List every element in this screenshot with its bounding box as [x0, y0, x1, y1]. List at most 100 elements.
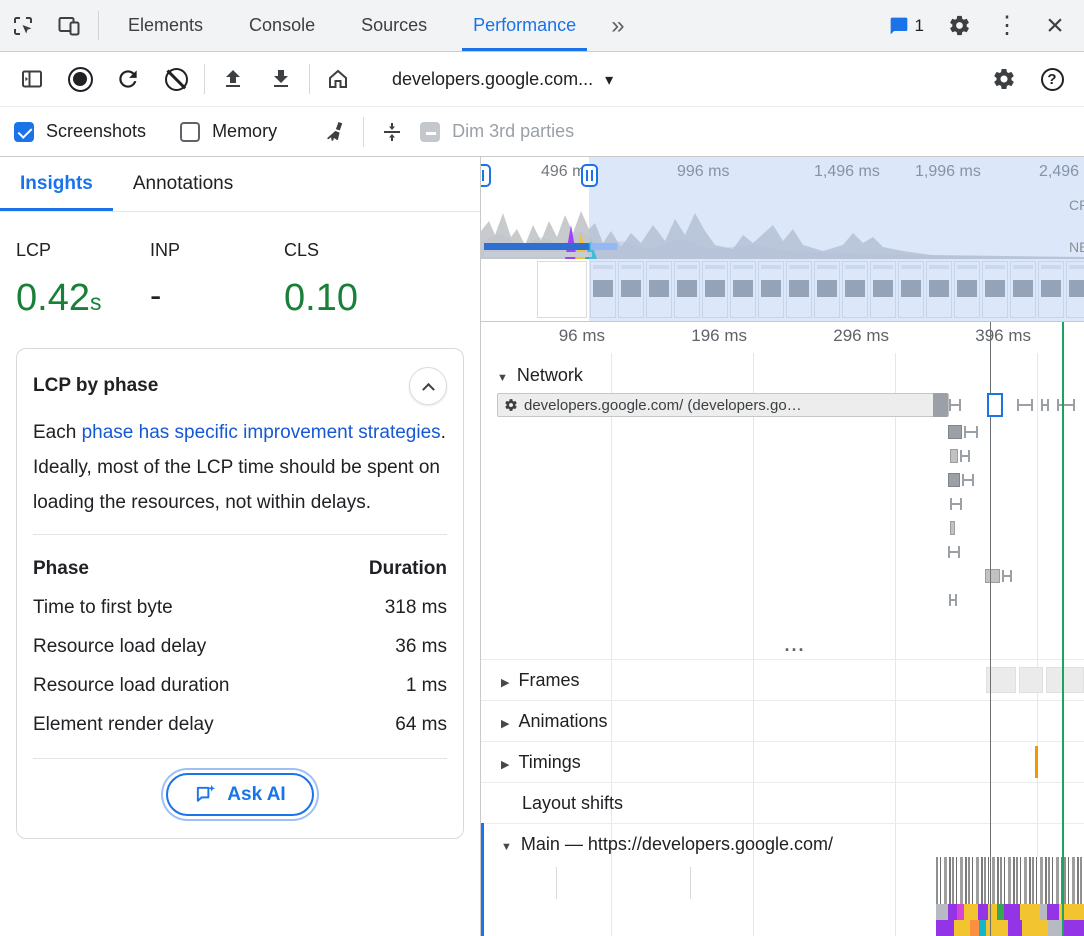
timeline-overview[interactable]: 496 ms 996 ms 1,496 ms 1,996 ms 2,496 ms… [481, 157, 1084, 322]
animations-track-header[interactable]: Animations [481, 700, 1084, 741]
ruler-tick: 296 ms [799, 326, 889, 346]
request-whisker [1041, 399, 1049, 411]
show-more-button[interactable]: ... [775, 635, 815, 656]
request-whisker [1057, 399, 1075, 411]
question-mark-icon [1041, 68, 1064, 91]
toggle-sidebar-icon[interactable] [8, 58, 56, 100]
phase-table-header: Phase Duration [33, 549, 447, 588]
tab-sources[interactable]: Sources [338, 0, 450, 51]
inspect-element-icon[interactable] [0, 0, 46, 51]
table-row: Resource load delay36 ms [33, 627, 447, 666]
divider [33, 758, 447, 759]
download-profile-icon[interactable] [257, 58, 305, 100]
devtools-window: Elements Console Sources Performance 1 d… [0, 0, 1084, 936]
expander-down-icon [501, 834, 512, 855]
metric-label: INP [150, 240, 284, 261]
home-icon[interactable] [314, 58, 362, 100]
kebab-menu-icon[interactable] [984, 11, 1030, 40]
tab-console[interactable]: Console [226, 0, 338, 51]
tab-elements[interactable]: Elements [105, 0, 226, 51]
ruler-tick: 196 ms [657, 326, 747, 346]
record-icon [68, 67, 93, 92]
layout-shifts-track-header[interactable]: Layout shifts [481, 782, 1084, 823]
toolbar-divider [363, 117, 364, 147]
window-left-handle[interactable] [481, 164, 491, 187]
memory-label: Memory [212, 121, 277, 142]
expander-right-icon [501, 670, 509, 691]
request-whisker [948, 546, 960, 558]
close-devtools-icon[interactable] [1032, 11, 1078, 41]
network-request-bar[interactable] [985, 569, 1000, 583]
network-request-bar[interactable] [950, 449, 958, 463]
more-tabs-icon[interactable] [599, 0, 636, 51]
card-header: LCP by phase [33, 367, 447, 405]
messages-count-badge: 1 [915, 16, 924, 36]
network-request-bar[interactable]: developers.google.com/ (developers.go… [497, 393, 949, 417]
clear-button[interactable] [152, 58, 200, 100]
request-whisker [962, 474, 974, 486]
window-right-handle[interactable] [581, 164, 598, 187]
metric-label: LCP [16, 240, 150, 261]
timings-track-label: Timings [518, 752, 580, 773]
animations-track-label: Animations [518, 711, 607, 732]
metric-value: - [150, 277, 284, 316]
net-activity-bar [484, 243, 590, 250]
divider [33, 534, 447, 535]
tab-annotations[interactable]: Annotations [113, 157, 253, 211]
network-track-header[interactable]: Network [497, 365, 583, 386]
filmstrip-frame[interactable] [537, 261, 587, 318]
garbage-collect-icon[interactable] [311, 111, 359, 153]
sidebar-tabs: Insights Annotations [0, 157, 480, 212]
expander-right-icon [501, 752, 509, 773]
selected-request-outline[interactable] [987, 393, 1003, 417]
request-gear-icon [504, 398, 518, 412]
upload-profile-icon[interactable] [209, 58, 257, 100]
tab-insights[interactable]: Insights [0, 157, 113, 211]
panel-tabs: Elements Console Sources Performance [105, 0, 637, 51]
collapse-card-button[interactable] [409, 367, 447, 405]
performance-content: Insights Annotations LCP 0.42s INP - CLS… [0, 157, 1084, 936]
screenshots-checkbox[interactable]: Screenshots [14, 121, 146, 142]
expander-down-icon [497, 365, 508, 386]
lcp-by-phase-card: LCP by phase Each phase has specific imp… [16, 348, 464, 839]
table-row: Time to first byte318 ms [33, 588, 447, 627]
collapse-tracks-icon[interactable] [368, 111, 416, 153]
improvement-strategies-link[interactable]: phase has specific improvement strategie… [82, 422, 441, 443]
ask-ai-label: Ask AI [227, 784, 285, 806]
ask-ai-button[interactable]: Ask AI [166, 773, 313, 816]
network-request-bar[interactable] [948, 473, 960, 487]
record-button[interactable] [56, 58, 104, 100]
memory-checkbox[interactable]: Memory [180, 121, 277, 142]
timeline-panel: 496 ms 996 ms 1,496 ms 1,996 ms 2,496 ms… [481, 157, 1084, 936]
network-request-bar[interactable] [948, 425, 962, 439]
console-messages-button[interactable]: 1 [879, 16, 934, 36]
performance-toolbar: developers.google.com... [0, 52, 1084, 107]
frames-track-header[interactable]: Frames [481, 659, 1084, 700]
checkbox-checked-icon [14, 122, 34, 142]
dropdown-caret-icon [605, 69, 613, 90]
clear-icon [165, 68, 188, 91]
message-bubble-icon [889, 16, 909, 36]
capture-options-toolbar: Screenshots Memory Dim 3rd parties [0, 107, 1084, 157]
tab-performance[interactable]: Performance [450, 0, 599, 51]
frames-track-label: Frames [518, 670, 579, 691]
request-whisker [949, 594, 957, 606]
dim-third-parties-label: Dim 3rd parties [452, 121, 574, 142]
device-toolbar-icon[interactable] [46, 0, 92, 51]
ask-ai-row: Ask AI [33, 773, 447, 822]
toolbar-divider [309, 64, 310, 94]
screenshots-label: Screenshots [46, 121, 146, 142]
phase-column-header: Phase [33, 549, 89, 588]
toolbar-divider [98, 11, 99, 40]
page-selector-dropdown[interactable]: developers.google.com... [380, 63, 700, 96]
expander-right-icon [501, 711, 509, 732]
record-and-reload-button[interactable] [104, 58, 152, 100]
paint-marker-line [1062, 322, 1064, 936]
capture-settings-gear-icon[interactable] [980, 58, 1028, 100]
timings-track-header[interactable]: Timings [481, 741, 1084, 782]
network-request-bar[interactable] [950, 521, 955, 535]
settings-gear-icon[interactable] [936, 14, 982, 37]
dim-third-parties-checkbox: Dim 3rd parties [420, 121, 574, 142]
help-icon[interactable] [1028, 58, 1076, 100]
request-tail [933, 393, 948, 417]
